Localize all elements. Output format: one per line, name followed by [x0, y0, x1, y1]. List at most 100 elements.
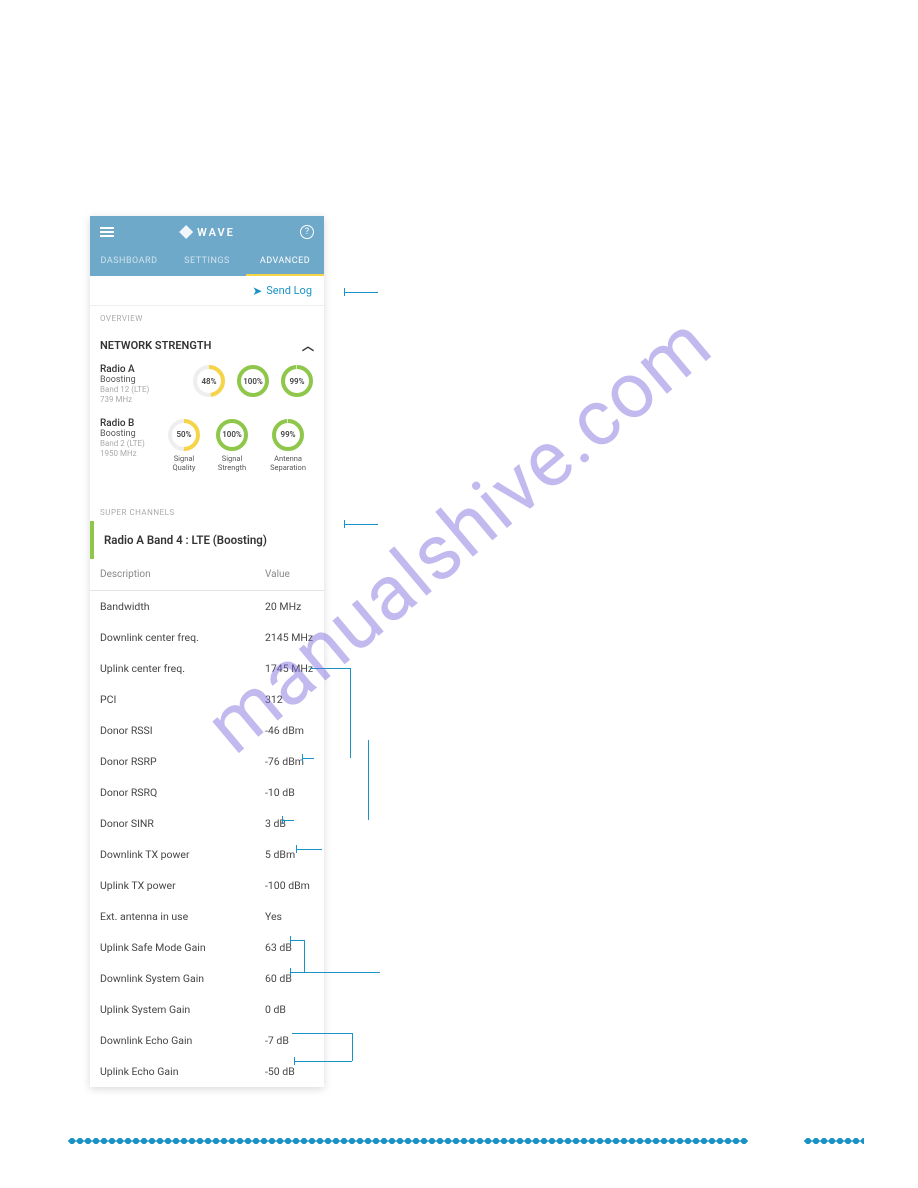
row-val: Yes [265, 910, 314, 923]
callout-line [344, 292, 378, 293]
row-val: 312 [265, 693, 314, 706]
gauge-label-quality: Signal Quality [166, 454, 202, 472]
callout-line [294, 1057, 295, 1065]
row-desc: Downlink System Gain [100, 972, 265, 985]
gauge-label-strength: Signal Strength [212, 454, 252, 472]
gauge-label-separation: Antenna Separation [262, 454, 314, 472]
data-row: Uplink center freq.1745 MHz [90, 653, 324, 684]
callout-line [352, 1033, 353, 1061]
data-row: Downlink Echo Gain-7 dB [90, 1025, 324, 1056]
row-desc: Downlink TX power [100, 848, 265, 861]
callout-line [290, 968, 291, 976]
callout-line [296, 845, 297, 853]
network-strength-card: NETWORK STRENGTH ︿ Radio A Boosting Band… [90, 327, 324, 492]
network-strength-title: NETWORK STRENGTH [100, 339, 211, 352]
overview-label: OVERVIEW [90, 306, 324, 327]
gauge-a-separation: 99% [280, 364, 314, 398]
phone-frame: WAVE ? DASHBOARD SETTINGS ADVANCED ➤ Sen… [90, 216, 324, 1087]
data-row: Donor RSRP-76 dBm [90, 746, 324, 777]
row-desc: Uplink Safe Mode Gain [100, 941, 265, 954]
row-desc: Donor RSSI [100, 724, 265, 737]
row-desc: Donor SINR [100, 817, 265, 830]
th-value: Value [265, 569, 314, 580]
radio-a-freq: 739 MHz [100, 395, 160, 405]
hamburger-icon[interactable] [100, 227, 114, 237]
row-val: 3 dB [265, 817, 314, 830]
data-row: Bandwidth20 MHz [90, 591, 324, 622]
radio-b-status: Boosting [100, 429, 160, 439]
tab-dashboard[interactable]: DASHBOARD [90, 248, 168, 276]
data-row: Donor RSRQ-10 dB [90, 777, 324, 808]
radio-b-name: Radio B [100, 418, 160, 429]
diamond-border [68, 1138, 748, 1144]
radio-b-band: Band 2 (LTE) [100, 439, 160, 449]
row-val: -7 dB [265, 1034, 314, 1047]
row-desc: Bandwidth [100, 600, 265, 613]
brand-logo-icon [179, 225, 193, 239]
row-desc: Donor RSRP [100, 755, 265, 768]
callout-line [282, 816, 283, 824]
radio-b-row: Radio B Boosting Band 2 (LTE) 1950 MHz 5… [100, 418, 314, 472]
super-channels-label: SUPER CHANNELS [90, 500, 324, 521]
callout-line [282, 820, 294, 821]
data-row: Donor SINR3 dB [90, 808, 324, 839]
data-row: Ext. antenna in useYes [90, 901, 324, 932]
data-row: Uplink Safe Mode Gain63 dB [90, 932, 324, 963]
data-row: Uplink TX power-100 dBm [90, 870, 324, 901]
send-icon: ➤ [252, 284, 262, 298]
row-desc: PCI [100, 693, 265, 706]
brand-text: WAVE [197, 226, 235, 239]
table-header: Description Value [90, 559, 324, 591]
radio-b-freq: 1950 MHz [100, 449, 160, 459]
callout-line [368, 740, 369, 820]
row-val: -76 dBm [265, 755, 314, 768]
help-icon[interactable]: ? [300, 225, 314, 239]
radio-a-info: Radio A Boosting Band 12 (LTE) 739 MHz [100, 364, 160, 406]
send-log-label: Send Log [266, 284, 312, 297]
data-row: Uplink Echo Gain-50 dB [90, 1056, 324, 1087]
data-row: Downlink center freq.2145 MHz [90, 622, 324, 653]
callout-line [350, 668, 351, 758]
data-row: Downlink System Gain60 dB [90, 963, 324, 994]
row-val: 1745 MHz [265, 662, 314, 675]
row-desc: Ext. antenna in use [100, 910, 265, 923]
tab-bar: DASHBOARD SETTINGS ADVANCED [90, 248, 324, 276]
radio-a-gauges: 48% 100% 99% [166, 364, 314, 398]
row-desc: Uplink TX power [100, 879, 265, 892]
callout-line [290, 936, 291, 944]
row-desc: Downlink Echo Gain [100, 1034, 265, 1047]
data-row: Donor RSSI-46 dBm [90, 715, 324, 746]
callout-line [344, 524, 378, 525]
data-row: PCI312 [90, 684, 324, 715]
callout-line [310, 668, 350, 669]
callout-line [294, 1061, 352, 1062]
row-desc: Downlink center freq. [100, 631, 265, 644]
callout-line [296, 849, 322, 850]
row-desc: Uplink center freq. [100, 662, 265, 675]
row-desc: Uplink System Gain [100, 1003, 265, 1016]
row-val: -46 dBm [265, 724, 314, 737]
row-desc: Donor RSRQ [100, 786, 265, 799]
data-rows: Bandwidth20 MHzDownlink center freq.2145… [90, 591, 324, 1087]
callout-line [302, 754, 303, 762]
brand: WAVE [179, 225, 235, 239]
network-strength-header[interactable]: NETWORK STRENGTH ︿ [100, 337, 314, 354]
radio-a-name: Radio A [100, 364, 160, 375]
callout-line [290, 940, 304, 941]
tab-settings[interactable]: SETTINGS [168, 248, 246, 276]
callout-line [292, 1033, 352, 1034]
radio-a-status: Boosting [100, 375, 160, 385]
gauge-b-strength: 100% Signal Strength [212, 418, 252, 472]
row-val: -100 dBm [265, 879, 314, 892]
send-log-button[interactable]: ➤ Send Log [90, 276, 324, 306]
tab-advanced[interactable]: ADVANCED [246, 248, 324, 276]
radio-b-info: Radio B Boosting Band 2 (LTE) 1950 MHz [100, 418, 160, 460]
callout-line [290, 972, 380, 973]
gauge-a-quality: 48% [192, 364, 226, 398]
gauge-a-strength: 100% [236, 364, 270, 398]
row-val: -50 dB [265, 1065, 314, 1078]
data-row: Downlink TX power5 dBm [90, 839, 324, 870]
row-val: 0 dB [265, 1003, 314, 1016]
radio-a-row: Radio A Boosting Band 12 (LTE) 739 MHz 4… [100, 364, 314, 406]
gauge-b-quality: 50% Signal Quality [166, 418, 202, 472]
